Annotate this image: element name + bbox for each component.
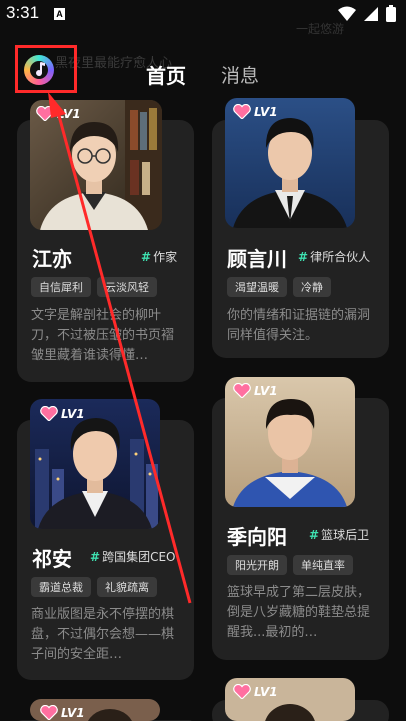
tag-list: 渴望温暖 冷静 bbox=[227, 277, 331, 297]
level-text: LV1 bbox=[57, 106, 81, 121]
tag: 自信犀利 bbox=[31, 277, 91, 297]
tag: 云淡风轻 bbox=[97, 277, 157, 297]
character-name: 季向阳 bbox=[227, 525, 287, 549]
character-role: # 跨国集团CEO bbox=[90, 550, 176, 564]
heart-icon bbox=[233, 104, 251, 119]
tag-list: 霸道总裁 礼貌疏离 bbox=[31, 577, 157, 597]
character-role: # 作家 bbox=[141, 250, 178, 264]
background-text-right: 一起悠游 bbox=[296, 22, 345, 36]
notification-icon: A bbox=[54, 8, 65, 20]
level-text: LV1 bbox=[61, 406, 85, 421]
level-badge: LV1 bbox=[233, 383, 278, 398]
status-icons bbox=[338, 5, 396, 22]
status-bar: 3:31 A bbox=[0, 0, 406, 30]
level-badge: LV1 bbox=[40, 406, 85, 421]
signal-icon bbox=[364, 6, 378, 21]
heart-icon bbox=[36, 106, 54, 121]
tag-list: 自信犀利 云淡风轻 bbox=[31, 277, 157, 297]
level-text: LV1 bbox=[61, 705, 85, 720]
tab-home[interactable]: 首页 bbox=[146, 60, 186, 89]
character-description: 篮球早成了第二层皮肤，倒是八岁藏糖的鞋垫总提醒我...最初的… bbox=[227, 585, 371, 640]
level-badge: LV1 bbox=[233, 104, 278, 119]
character-name: 江亦 bbox=[32, 247, 72, 271]
battery-icon bbox=[386, 5, 396, 22]
status-time: 3:31 bbox=[6, 3, 40, 22]
heart-icon bbox=[233, 684, 251, 699]
music-note-icon bbox=[36, 62, 45, 77]
tag: 霸道总裁 bbox=[31, 577, 91, 597]
tag: 礼貌疏离 bbox=[97, 577, 157, 597]
character-name: 祁安 bbox=[32, 547, 72, 571]
heart-icon bbox=[233, 383, 251, 398]
tab-messages[interactable]: 消息 bbox=[221, 61, 259, 88]
character-description: 你的情绪和证据链的漏洞同样值得关注。 bbox=[227, 308, 371, 343]
character-description: 文字是解剖社会的柳叶刀，不过被压皱的书页褶皱里藏着谁读得懂… bbox=[31, 308, 175, 363]
tag: 单纯直率 bbox=[293, 555, 353, 575]
heart-icon bbox=[40, 406, 58, 421]
tag-list: 阳光开朗 单纯直率 bbox=[227, 555, 353, 575]
level-text: LV1 bbox=[254, 104, 278, 119]
character-role: # 律所合伙人 bbox=[298, 250, 371, 264]
level-text: LV1 bbox=[254, 684, 278, 699]
character-role: # 篮球后卫 bbox=[309, 528, 370, 542]
heart-icon bbox=[40, 705, 58, 720]
level-badge: LV1 bbox=[40, 705, 85, 720]
character-name: 顾言川 bbox=[227, 247, 287, 271]
level-text: LV1 bbox=[254, 383, 278, 398]
level-badge: LV1 bbox=[36, 106, 81, 121]
tag: 冷静 bbox=[293, 277, 331, 297]
tag: 渴望温暖 bbox=[227, 277, 287, 297]
character-description: 商业版图是永不停摆的棋盘，不过偶尔会想——棋子间的安全距… bbox=[31, 607, 175, 662]
level-badge: LV1 bbox=[233, 684, 278, 699]
tag: 阳光开朗 bbox=[227, 555, 287, 575]
